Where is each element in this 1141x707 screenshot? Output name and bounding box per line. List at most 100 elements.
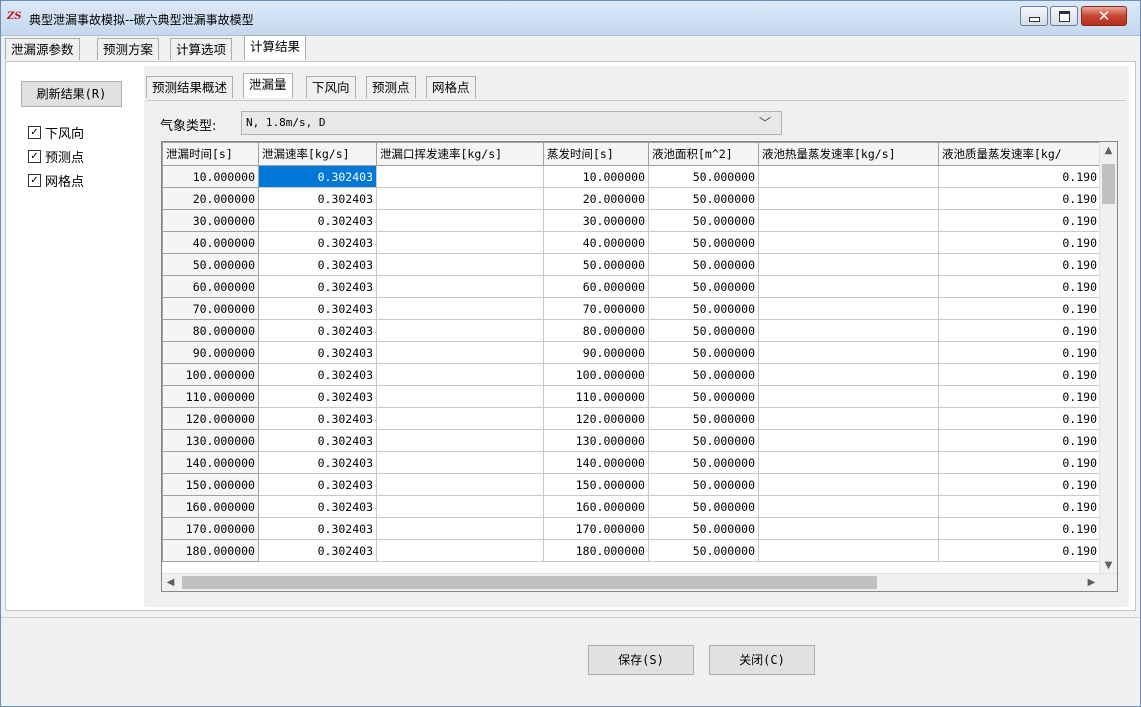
- table-cell[interactable]: [758, 275, 939, 298]
- row-header-cell[interactable]: 120.000000: [162, 407, 259, 430]
- scroll-left-icon[interactable]: ◀: [162, 574, 179, 591]
- vertical-scrollbar[interactable]: ▲ ▼: [1099, 142, 1117, 574]
- table-cell[interactable]: 0.302403: [258, 209, 377, 232]
- table-cell[interactable]: 0.190: [938, 473, 1101, 496]
- table-cell[interactable]: 80.000000: [543, 319, 649, 342]
- table-cell[interactable]: 0.190: [938, 319, 1101, 342]
- row-header-cell[interactable]: 130.000000: [162, 429, 259, 452]
- weather-type-select[interactable]: N, 1.8m/s, D ﹀: [241, 111, 782, 135]
- table-cell[interactable]: 90.000000: [543, 341, 649, 364]
- table-cell[interactable]: [758, 297, 939, 320]
- table-cell[interactable]: 0.302403: [258, 319, 377, 342]
- column-header[interactable]: 泄漏速率[kg/s]: [258, 142, 377, 166]
- save-button[interactable]: 保存(S): [588, 645, 694, 675]
- table-cell[interactable]: [758, 319, 939, 342]
- row-header-cell[interactable]: 170.000000: [162, 517, 259, 540]
- title-bar[interactable]: ZS 典型泄漏事故模拟--碳六典型泄漏事故模型 ✕: [1, 1, 1140, 36]
- horizontal-scroll-thumb[interactable]: [182, 576, 877, 589]
- table-cell[interactable]: 50.000000: [648, 385, 759, 408]
- table-row[interactable]: 20.000000 0.302403 20.000000 50.000000 0.190: [162, 187, 1101, 210]
- table-cell[interactable]: 40.000000: [543, 231, 649, 254]
- vertical-scroll-thumb[interactable]: [1102, 164, 1115, 204]
- table-row[interactable]: 120.000000 0.302403 120.000000 50.000000 0.1…: [162, 407, 1101, 430]
- scroll-up-icon[interactable]: ▲: [1100, 142, 1117, 159]
- table-row[interactable]: 150.000000 0.302403 150.000000 50.000000 0.1…: [162, 473, 1101, 496]
- table-cell[interactable]: [758, 429, 939, 452]
- table-cell[interactable]: 160.000000: [543, 495, 649, 518]
- table-cell[interactable]: 0.190: [938, 297, 1101, 320]
- table-row[interactable]: 90.000000 0.302403 90.000000 50.000000 0.190: [162, 341, 1101, 364]
- table-cell[interactable]: 0.190: [938, 187, 1101, 210]
- row-header-cell[interactable]: 110.000000: [162, 385, 259, 408]
- checkbox-forecast-points[interactable]: ✓ 预测点: [28, 146, 84, 166]
- table-cell[interactable]: 0.302403: [258, 165, 377, 188]
- row-header-cell[interactable]: 100.000000: [162, 363, 259, 386]
- table-cell[interactable]: 0.302403: [258, 495, 377, 518]
- table-cell[interactable]: 0.302403: [258, 539, 377, 562]
- column-header[interactable]: 蒸发时间[s]: [543, 142, 649, 166]
- table-cell[interactable]: [758, 231, 939, 254]
- row-header-cell[interactable]: 150.000000: [162, 473, 259, 496]
- table-cell[interactable]: 0.190: [938, 451, 1101, 474]
- tab-downwind[interactable]: 下风向: [306, 76, 356, 98]
- table-cell[interactable]: [376, 363, 544, 386]
- tab-forecast-plan[interactable]: 预测方案: [97, 38, 160, 60]
- table-cell[interactable]: 50.000000: [648, 231, 759, 254]
- row-header-cell[interactable]: 50.000000: [162, 253, 259, 276]
- table-cell[interactable]: 50.000000: [648, 297, 759, 320]
- table-cell[interactable]: 50.000000: [648, 253, 759, 276]
- table-row[interactable]: 130.000000 0.302403 130.000000 50.000000 0.1…: [162, 429, 1101, 452]
- table-cell[interactable]: [758, 165, 939, 188]
- table-cell[interactable]: 0.190: [938, 341, 1101, 364]
- table-cell[interactable]: 20.000000: [543, 187, 649, 210]
- table-row[interactable]: 180.000000 0.302403 180.000000 50.000000 0.1…: [162, 539, 1101, 562]
- table-cell[interactable]: [758, 253, 939, 276]
- table-row[interactable]: 80.000000 0.302403 80.000000 50.000000 0.190: [162, 319, 1101, 342]
- table-cell[interactable]: [758, 407, 939, 430]
- row-header-cell[interactable]: 20.000000: [162, 187, 259, 210]
- table-cell[interactable]: [376, 429, 544, 452]
- row-header-cell[interactable]: 70.000000: [162, 297, 259, 320]
- close-window-button[interactable]: ✕: [1081, 6, 1127, 26]
- table-cell[interactable]: [376, 451, 544, 474]
- table-cell[interactable]: 50.000000: [648, 473, 759, 496]
- table-cell[interactable]: 120.000000: [543, 407, 649, 430]
- table-cell[interactable]: 0.190: [938, 165, 1101, 188]
- maximize-button[interactable]: [1050, 6, 1078, 26]
- table-row[interactable]: 160.000000 0.302403 160.000000 50.000000 0.1…: [162, 495, 1101, 518]
- checkbox-downwind[interactable]: ✓ 下风向: [28, 122, 84, 142]
- tab-calc-options[interactable]: 计算选项: [170, 38, 233, 60]
- table-cell[interactable]: 0.302403: [258, 341, 377, 364]
- table-cell[interactable]: 0.190: [938, 231, 1101, 254]
- table-row[interactable]: 110.000000 0.302403 110.000000 50.000000 0.1…: [162, 385, 1101, 408]
- table-cell[interactable]: 50.000000: [648, 341, 759, 364]
- row-header-cell[interactable]: 90.000000: [162, 341, 259, 364]
- table-cell[interactable]: [758, 473, 939, 496]
- table-row[interactable]: 170.000000 0.302403 170.000000 50.000000 0.1…: [162, 517, 1101, 540]
- horizontal-scrollbar[interactable]: ◀ ▶: [162, 573, 1117, 591]
- table-cell[interactable]: [376, 165, 544, 188]
- table-cell[interactable]: 0.190: [938, 275, 1101, 298]
- table-cell[interactable]: [376, 385, 544, 408]
- column-header[interactable]: 泄漏时间[s]: [162, 142, 259, 166]
- table-cell[interactable]: 70.000000: [543, 297, 649, 320]
- table-row[interactable]: 140.000000 0.302403 140.000000 50.000000 0.1…: [162, 451, 1101, 474]
- table-cell[interactable]: 0.302403: [258, 385, 377, 408]
- table-cell[interactable]: 0.302403: [258, 275, 377, 298]
- table-cell[interactable]: 10.000000: [543, 165, 649, 188]
- table-cell[interactable]: 0.302403: [258, 297, 377, 320]
- table-cell[interactable]: [758, 385, 939, 408]
- leak-data-grid[interactable]: 泄漏时间[s] 泄漏速率[kg/s] 泄漏口挥发速率[kg/s] 蒸发时间[s] 液池面…: [161, 141, 1118, 592]
- table-cell[interactable]: [376, 407, 544, 430]
- table-cell[interactable]: 30.000000: [543, 209, 649, 232]
- table-cell[interactable]: [376, 253, 544, 276]
- checkbox-grid-points[interactable]: ✓ 网格点: [28, 170, 84, 190]
- table-cell[interactable]: [376, 341, 544, 364]
- table-cell[interactable]: [758, 517, 939, 540]
- table-cell[interactable]: 180.000000: [543, 539, 649, 562]
- minimize-button[interactable]: [1020, 6, 1048, 26]
- table-row[interactable]: 30.000000 0.302403 30.000000 50.000000 0.190: [162, 209, 1101, 232]
- table-cell[interactable]: [758, 451, 939, 474]
- table-cell[interactable]: [376, 297, 544, 320]
- table-cell[interactable]: 50.000000: [648, 451, 759, 474]
